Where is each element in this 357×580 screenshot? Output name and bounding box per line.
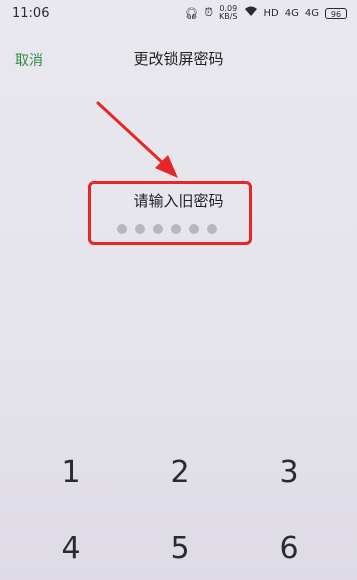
network-speed: 0.09 KB/S (219, 5, 238, 21)
status-icons: 🎧︎ ⏰︎ 0.09 KB/S HD 4G 4G 96 (184, 5, 347, 21)
key-4[interactable]: 4 (31, 524, 111, 574)
password-prompt: 请输入旧密码 (133, 192, 224, 210)
password-dot (153, 224, 163, 234)
headphone-icon: 🎧︎ (184, 6, 199, 20)
hd-label: HD (263, 7, 279, 19)
password-dot (207, 224, 217, 234)
page-title: 更改锁屏密码 (133, 50, 224, 68)
password-dots (117, 224, 217, 234)
battery-icon: 96 (325, 7, 347, 19)
wifi-icon (244, 6, 258, 20)
battery-level: 96 (330, 9, 342, 19)
status-bar: 11:06 🎧︎ ⏰︎ 0.09 KB/S HD 4G 4G 96 (0, 0, 357, 26)
key-5[interactable]: 5 (140, 524, 220, 574)
password-dot (117, 224, 127, 234)
signal-2-label: 4G (304, 7, 319, 19)
password-dot (189, 224, 199, 234)
status-time: 11:06 (12, 5, 50, 21)
key-6[interactable]: 6 (249, 524, 329, 574)
network-speed-unit: KB/S (219, 12, 238, 21)
header: 取消 更改锁屏密码 (0, 44, 357, 74)
password-dot (135, 224, 145, 234)
alarm-icon: ⏰︎ (204, 6, 213, 19)
key-1[interactable]: 1 (31, 448, 111, 498)
key-2[interactable]: 2 (140, 448, 220, 498)
signal-1-label: 4G (284, 7, 299, 19)
key-3[interactable]: 3 (249, 448, 329, 498)
password-dot (171, 224, 181, 234)
